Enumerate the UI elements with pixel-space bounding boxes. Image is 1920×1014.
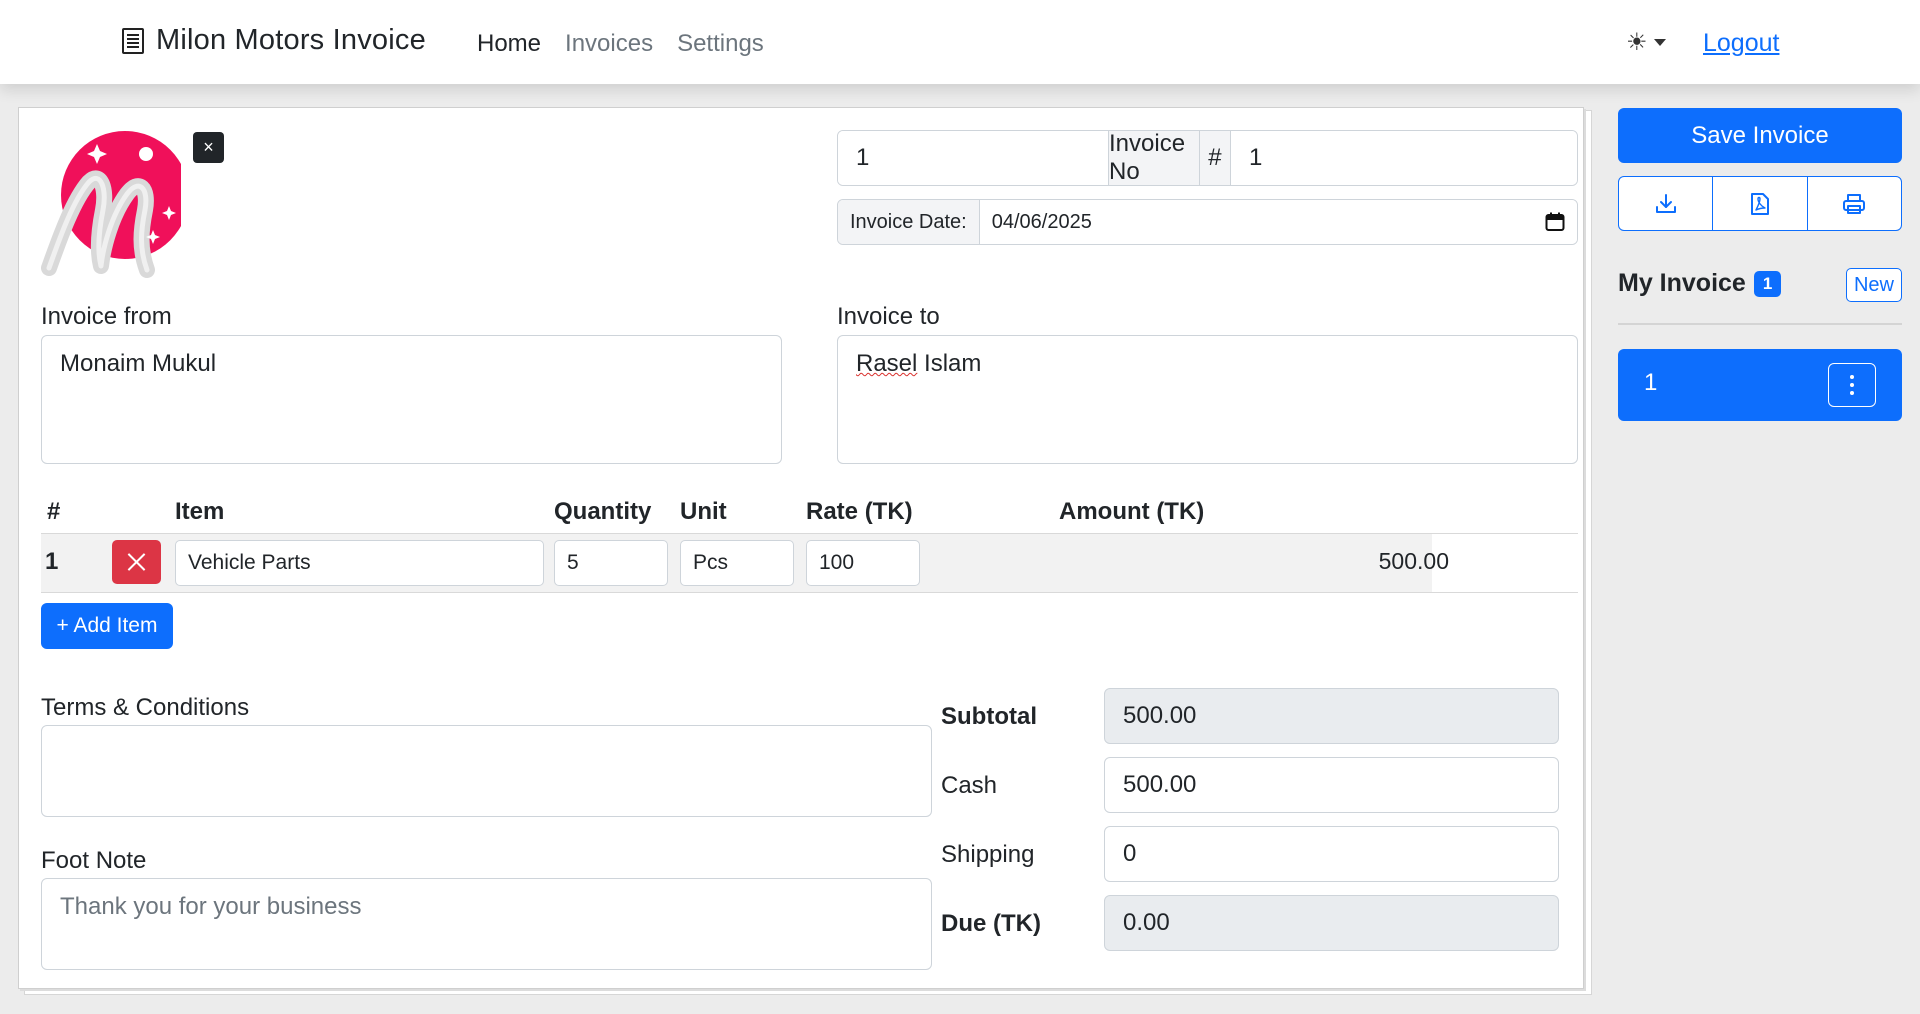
invoice-to-label: Invoice to (837, 303, 940, 330)
invoice-date-label: Invoice Date: (838, 200, 980, 244)
subtotal-input (1104, 688, 1559, 744)
shipping-label: Shipping (941, 841, 1035, 868)
shipping-input[interactable] (1104, 826, 1559, 882)
pdf-button[interactable] (1713, 177, 1808, 230)
header-rate: Rate (TK) (806, 498, 913, 525)
kebab-dot (1850, 391, 1854, 395)
row-number: 1 (45, 548, 59, 575)
header-amount: Amount (TK) (1059, 498, 1205, 525)
nav-settings[interactable]: Settings (677, 30, 764, 58)
invoice-date-group: Invoice Date: 04/06/2025 (837, 199, 1578, 245)
subtotal-label: Subtotal (941, 703, 1037, 730)
delete-item-button[interactable] (112, 540, 161, 584)
terms-input[interactable] (41, 725, 932, 817)
download-icon (1655, 193, 1676, 213)
pdf-icon (1750, 192, 1769, 215)
export-toolbar (1618, 176, 1902, 231)
download-button[interactable] (1619, 177, 1714, 230)
navbar: Milon Motors Invoice Home Invoices Setti… (0, 0, 1920, 84)
kebab-dot (1850, 375, 1854, 379)
my-invoice-heading: My Invoice 1 (1618, 269, 1782, 298)
new-invoice-button[interactable]: New (1846, 268, 1902, 302)
foot-note-input[interactable]: Thank you for your business (41, 878, 932, 970)
brand-title: Milon Motors Invoice (156, 24, 426, 56)
nav-links: Home Invoices Settings (477, 30, 764, 58)
printer-icon (1843, 193, 1866, 214)
my-invoice-label: My Invoice (1618, 269, 1746, 297)
cash-label: Cash (941, 772, 998, 799)
receipt-icon (122, 27, 144, 54)
invoice-from-label: Invoice from (41, 303, 172, 330)
invoice-list-item-label: 1 (1644, 369, 1658, 396)
more-options-button[interactable] (1828, 363, 1876, 407)
save-invoice-button[interactable]: Save Invoice (1618, 108, 1902, 163)
brand[interactable]: Milon Motors Invoice (122, 24, 426, 57)
sun-icon: ☀ (1626, 29, 1648, 56)
invoice-number-group: Invoice No # (837, 130, 1578, 186)
foot-note-label: Foot Note (41, 847, 147, 874)
invoice-to-input[interactable]: Rasel Islam (837, 335, 1578, 464)
header-item: Item (175, 498, 225, 525)
print-button[interactable] (1808, 177, 1901, 230)
invoice-from-value: Monaim Mukul (60, 350, 217, 377)
invoice-to-rest: Islam (917, 350, 982, 377)
due-label: Due (TK) (941, 910, 1041, 937)
invoice-from-input[interactable]: Monaim Mukul (41, 335, 782, 464)
nav-home[interactable]: Home (477, 30, 541, 58)
invoice-no-label: Invoice No (1108, 131, 1199, 185)
header-unit: Unit (680, 498, 727, 525)
invoice-number-left-input[interactable] (838, 131, 1108, 185)
item-amount: 500.00 (1378, 548, 1449, 574)
caret-down-icon (1653, 39, 1666, 46)
item-rate-input[interactable] (806, 540, 920, 586)
invoice-card: × Invoice No # Invoice Date: 04/06/2025 … (18, 107, 1584, 989)
hash-label: # (1198, 131, 1230, 185)
logout-link[interactable]: Logout (1703, 29, 1779, 58)
table-row-divider (41, 592, 1578, 593)
invoice-count-badge: 1 (1753, 270, 1782, 297)
header-num: # (47, 498, 61, 525)
invoice-date-value: 04/06/2025 (991, 210, 1092, 233)
calendar-icon[interactable] (1545, 212, 1565, 232)
kebab-dot (1850, 383, 1854, 387)
remove-logo-button[interactable]: × (193, 132, 224, 163)
company-logo (41, 130, 189, 280)
item-name-input[interactable] (175, 540, 544, 586)
add-item-button[interactable]: + Add Item (41, 603, 173, 649)
nav-invoices[interactable]: Invoices (565, 30, 653, 58)
header-quantity: Quantity (554, 498, 652, 525)
terms-label: Terms & Conditions (41, 694, 250, 721)
due-input (1104, 895, 1559, 951)
invoice-list-item[interactable]: 1 (1618, 349, 1902, 421)
invoice-date-input[interactable]: 04/06/2025 (979, 200, 1577, 244)
sidebar-divider (1618, 323, 1902, 325)
item-unit-input[interactable] (680, 540, 794, 586)
invoice-to-first-word: Rasel (856, 350, 918, 377)
theme-toggle[interactable]: ☀ (1626, 28, 1666, 57)
cash-input[interactable] (1104, 757, 1559, 813)
invoice-number-input[interactable] (1230, 131, 1577, 185)
foot-note-placeholder: Thank you for your business (60, 893, 362, 920)
item-quantity-input[interactable] (554, 540, 668, 586)
